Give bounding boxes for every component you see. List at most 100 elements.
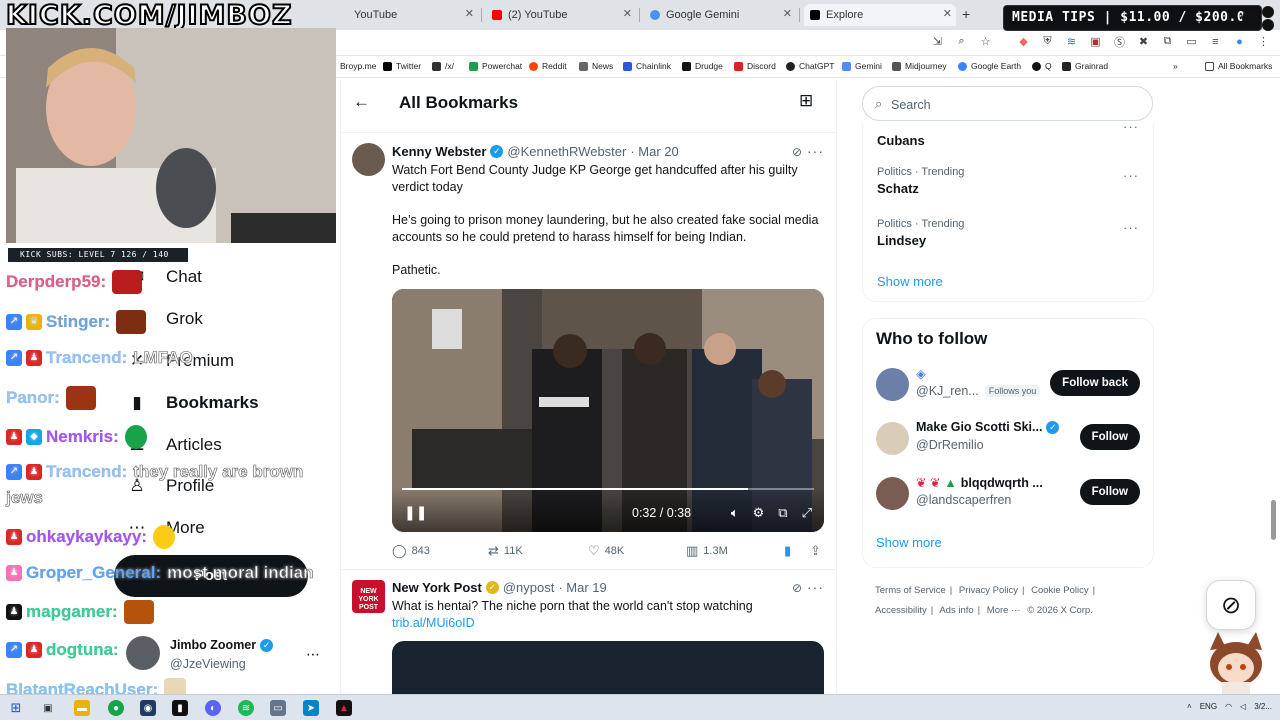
bookmark-item[interactable]: Powerchat <box>469 61 522 71</box>
show-more-link[interactable]: Show more <box>877 274 943 289</box>
bookmark-item[interactable]: Drudge <box>682 61 723 71</box>
bookmark-item[interactable]: Q <box>1032 61 1052 71</box>
more-icon[interactable]: ··· <box>807 579 824 595</box>
extension-wave-icon[interactable]: ≋ <box>1065 35 1078 48</box>
reading-list-icon[interactable]: ≡ <box>1209 35 1222 48</box>
bookmark-item[interactable]: Midjourney <box>892 61 947 71</box>
app-icon[interactable]: ▭ <box>270 700 286 716</box>
bookmark-item[interactable]: ChatGPT <box>786 61 834 71</box>
bookmark-button[interactable]: ▮ <box>784 543 791 559</box>
tab-explore[interactable]: Explore ✕ <box>804 4 956 26</box>
extension-x-icon[interactable]: ✖ <box>1137 35 1150 48</box>
follow-suggestion[interactable]: Make Gio Scotti Ski... ✓ @DrRemilio Follo… <box>876 420 1140 460</box>
close-icon[interactable]: ✕ <box>623 7 632 20</box>
trend-item[interactable]: Cubans <box>877 130 925 148</box>
author-name[interactable]: New York Post <box>392 580 482 595</box>
wifi-icon[interactable]: ◠ <box>1225 702 1232 711</box>
star-icon[interactable]: ☆ <box>979 35 992 48</box>
avatar[interactable]: NEW YORK POST <box>352 580 385 613</box>
follow-suggestion[interactable]: ◈ @KJ_ren... Follows you Follow back <box>876 366 1140 406</box>
bookmark-item[interactable]: Discord <box>734 61 776 71</box>
telegram-icon[interactable]: ➤ <box>303 700 319 716</box>
add-bookmark-folder-icon[interactable]: ⊞ <box>799 91 813 111</box>
tweet-date[interactable]: · Mar 19 <box>558 580 606 595</box>
privacy-link[interactable]: Privacy Policy <box>959 585 1018 596</box>
file-explorer-icon[interactable]: ▬ <box>74 700 90 716</box>
fullscreen-icon[interactable]: ⤢ <box>802 505 812 521</box>
extensions-puzzle-icon[interactable]: ⧉ <box>1161 35 1174 48</box>
tweet[interactable]: NEW YORK POST New York Post ✓ @nypost · Ma… <box>341 570 836 695</box>
author-handle[interactable]: @KennethRWebster <box>507 144 626 159</box>
account-switcher[interactable]: Jimbo Zoomer ✓ @JzeViewing ⋯ <box>126 632 336 678</box>
more-link[interactable]: More ··· <box>987 605 1021 616</box>
picture-in-picture-icon[interactable]: ⧉ <box>778 505 787 521</box>
tab-youtube-2[interactable]: (2) YouTube ✕ <box>486 4 636 26</box>
follow-back-button[interactable]: Follow back <box>1050 370 1140 396</box>
video-player[interactable]: ❚❚ 0:32 / 0:38 🔈︎ ⚙︎ ⧉ ⤢ <box>392 289 824 532</box>
install-icon[interactable]: ⇲ <box>931 35 944 48</box>
more-icon[interactable]: ··· <box>807 143 824 159</box>
page-scrollbar[interactable] <box>1271 500 1276 540</box>
tweet[interactable]: Kenny Webster ✓ @KennethRWebster · Mar 2… <box>341 132 836 570</box>
task-view-icon[interactable]: ▣ <box>40 700 56 716</box>
extension-fox-icon[interactable]: ◆ <box>1017 35 1030 48</box>
extension-shield-icon[interactable]: ⛨ <box>1041 35 1054 48</box>
show-more-link[interactable]: Show more <box>876 535 942 550</box>
language-indicator[interactable]: ENG <box>1200 702 1217 711</box>
tab-youtube[interactable]: YouTube ✕ <box>348 4 478 26</box>
bookmark-item[interactable]: Broyp.me <box>340 61 376 71</box>
trend-item[interactable]: Politics · Trending Lindsey <box>877 218 964 248</box>
bookmark-item[interactable]: Google Earth <box>958 61 1021 71</box>
chrome-icon[interactable]: ● <box>108 700 124 716</box>
video-progress-bar[interactable] <box>402 488 814 490</box>
bookmark-item[interactable]: Twitter <box>383 61 421 71</box>
like-button[interactable]: ♡ 48K <box>588 543 624 559</box>
grok-floating-button[interactable]: ⊘ <box>1206 580 1256 630</box>
repost-button[interactable]: ⇄ 11K <box>488 543 523 559</box>
zoom-icon[interactable]: ⌕ <box>955 35 968 48</box>
tab-gemini[interactable]: Google Gemini ✕ <box>644 4 796 26</box>
pause-icon[interactable]: ❚❚ <box>404 504 427 521</box>
author-name[interactable]: Kenny Webster <box>392 144 486 159</box>
profile-avatar-icon[interactable]: ● <box>1233 35 1246 48</box>
cookie-link[interactable]: Cookie Policy <box>1031 585 1089 596</box>
close-icon[interactable]: ✕ <box>943 7 952 20</box>
new-tab-button[interactable]: + <box>962 6 970 22</box>
back-arrow-icon[interactable]: ← <box>353 92 370 112</box>
tweet-media[interactable] <box>392 641 824 695</box>
ads-info-link[interactable]: Ads info <box>939 605 973 616</box>
steam-icon[interactable]: ◉ <box>140 700 156 716</box>
follow-button[interactable]: Follow <box>1079 424 1140 450</box>
terminal-icon[interactable]: ▮ <box>172 700 188 716</box>
discord-icon[interactable]: ◐ <box>205 700 221 716</box>
nav-bookmarks[interactable]: ▮ Bookmarks <box>126 392 258 414</box>
extension-s-icon[interactable]: Ⓢ <box>1113 35 1126 49</box>
more-icon[interactable]: ··· <box>1123 220 1139 235</box>
start-icon[interactable]: ⊞ <box>8 700 24 716</box>
bookmark-item[interactable]: Reddit <box>529 61 567 71</box>
app-icon[interactable]: ▲ <box>336 700 352 716</box>
search-input[interactable]: ⌕ Search <box>862 86 1153 121</box>
bookmark-item[interactable]: Grainrad <box>1062 61 1108 71</box>
chevron-up-icon[interactable]: ˄ <box>1187 702 1192 711</box>
terms-link[interactable]: Terms of Service <box>875 585 946 596</box>
tweet-link[interactable]: trib.al/MUi6oID <box>392 615 822 632</box>
bookmarks-overflow-button[interactable]: » <box>1173 61 1178 71</box>
close-icon[interactable]: ✕ <box>465 7 474 20</box>
avatar[interactable] <box>352 143 385 176</box>
share-button[interactable]: ⇪ <box>810 543 821 559</box>
all-bookmarks-folder[interactable]: All Bookmarks <box>1205 61 1272 71</box>
settings-icon[interactable]: ⚙︎ <box>753 505 765 521</box>
more-icon[interactable]: ··· <box>1123 168 1139 183</box>
reply-button[interactable]: ◯ 843 <box>392 543 430 559</box>
accessibility-link[interactable]: Accessibility <box>875 605 927 616</box>
bookmark-item[interactable]: News <box>579 61 613 71</box>
volume-icon[interactable]: 🔈︎ <box>731 505 739 521</box>
author-handle[interactable]: @nypost <box>503 580 555 595</box>
trend-item[interactable]: Politics · Trending Schatz <box>877 166 964 196</box>
bookmark-item[interactable]: Chainlink <box>623 61 671 71</box>
bookmark-item[interactable]: /x/ <box>432 61 454 71</box>
extension-box-icon[interactable]: ▣ <box>1089 35 1102 48</box>
browser-menu-icon[interactable]: ⋮ <box>1257 35 1270 48</box>
grok-icon[interactable]: ⊘ <box>792 145 802 159</box>
